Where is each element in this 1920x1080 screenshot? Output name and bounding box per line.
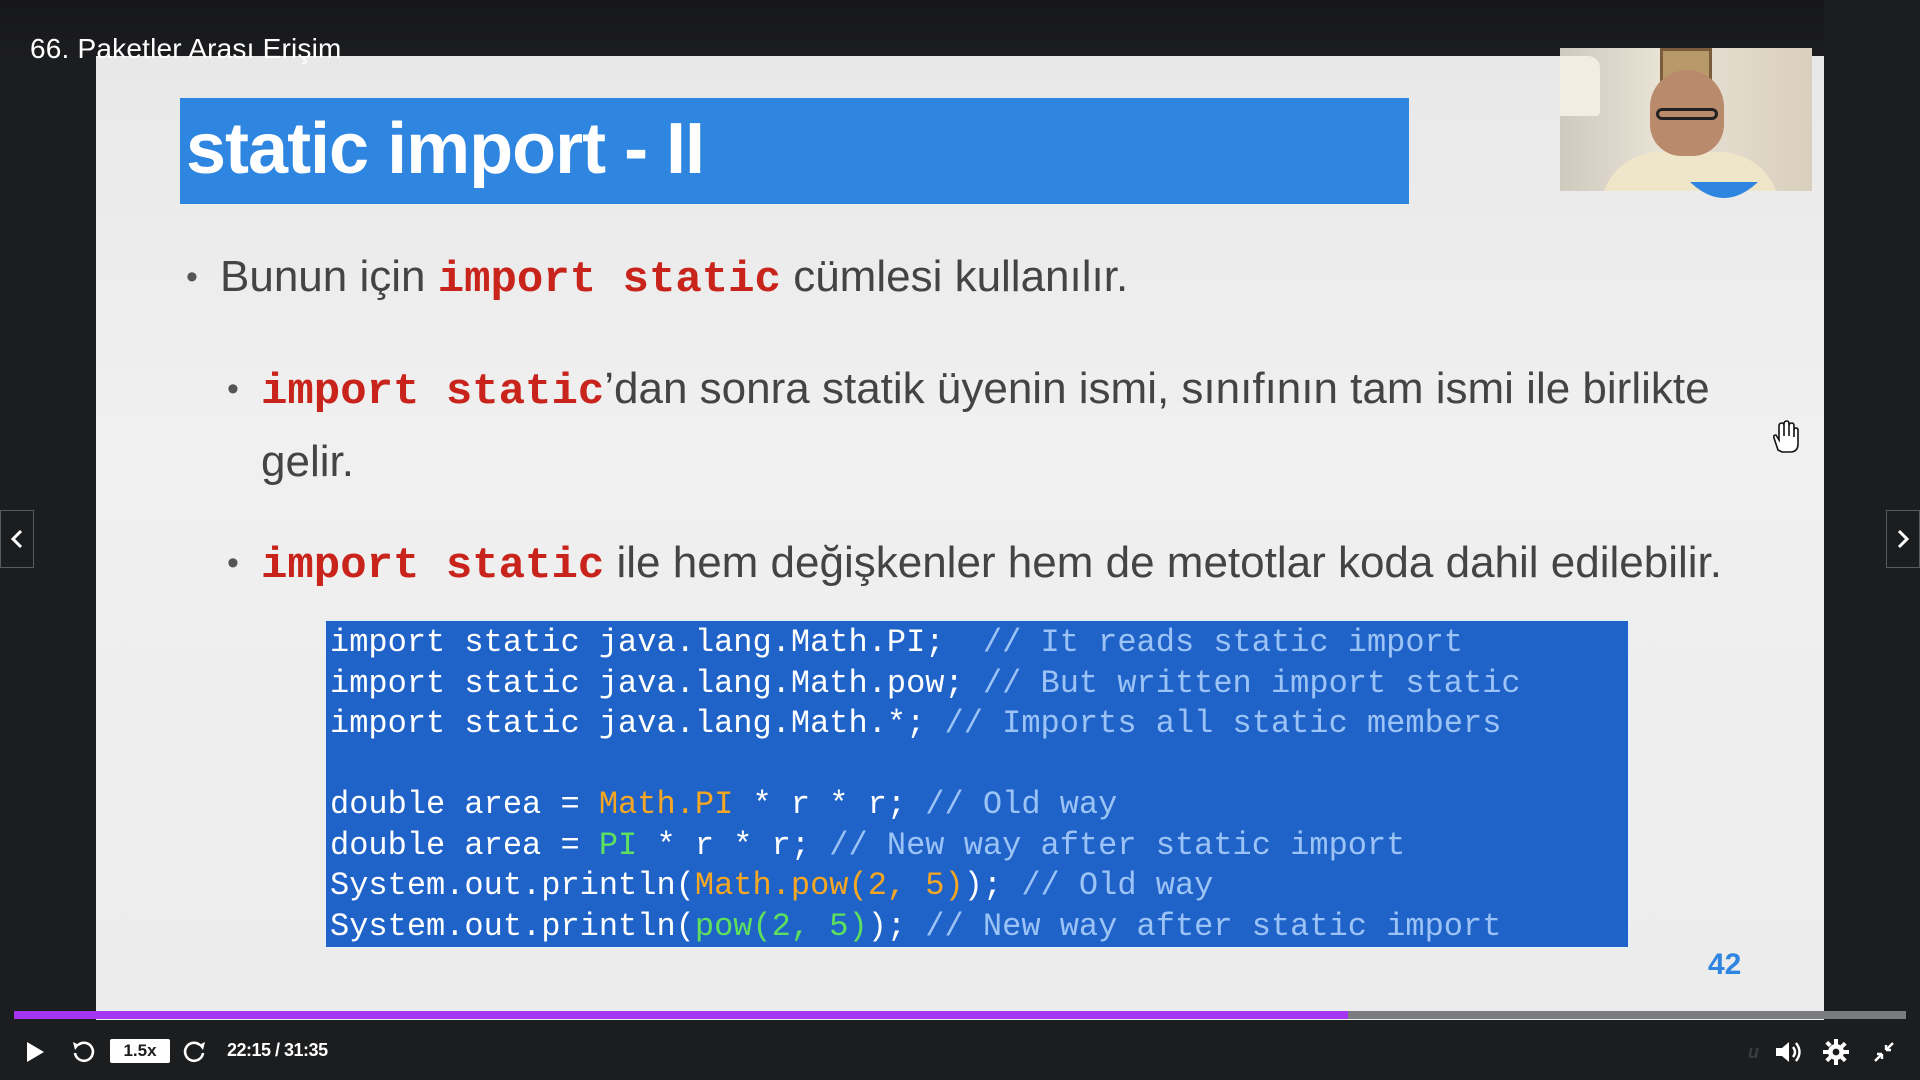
chevron-right-icon [1897,529,1910,549]
gear-icon [1823,1039,1849,1065]
code-line: import static java.lang.Math.pow; // But… [330,664,1521,702]
code-line: import static java.lang.Math.*; // Impor… [330,705,1502,742]
lecture-title: 66. Paketler Arası Erişim [30,33,342,64]
bullet-1: • Bunun için import static cümlesi kullan… [186,242,1129,315]
webcam-glasses [1656,108,1718,120]
chevron-left-icon [10,529,23,549]
play-icon [27,1042,44,1062]
bullet-dot: • [227,544,239,582]
play-button[interactable] [20,1036,50,1068]
code-line: import static java.lang.Math.PI; // It r… [330,624,1463,661]
playback-speed-button[interactable]: 1.5x [110,1039,170,1063]
bullet-3-keyword: import static [261,541,605,591]
slide-title-bar: static import - II [180,98,1409,204]
slide-page-number: 42 [1708,948,1742,981]
slide-title: static import - II [186,109,705,189]
slide-blue-arc [1690,182,1758,198]
forward-icon [183,1041,205,1063]
code-line: double area = PI * r * r; // New way aft… [330,826,1406,864]
bullet-3-text: ile hem değişkenler hem de metotlar koda… [604,538,1722,587]
rewind-button[interactable] [68,1036,98,1068]
code-line: double area = Math.PI * r * r; // Old wa… [330,786,1118,823]
bullet-2-keyword: import static [261,367,605,417]
slide: static import - II • Bunun için import st… [96,52,1824,1020]
bullet-2-text-cont: gelir. [261,437,354,486]
exit-fullscreen-icon [1874,1042,1894,1062]
bullet-3: • import static ile hem değişkenler hem d… [227,528,1861,601]
bullet-2-text: ’dan sonra statik üyenin ismi, sınıfının… [604,364,1710,413]
previous-lecture-button[interactable] [0,510,34,568]
volume-icon [1776,1042,1801,1062]
time-display: 22:15 / 31:35 [227,1040,328,1060]
rewind-icon [73,1041,95,1063]
code-line: System.out.println(Math.pow(2, 5)); // O… [330,867,1214,904]
code-line: System.out.println(pow(2, 5)); // New wa… [330,907,1502,945]
bullet-dot: • [186,258,198,296]
brand-watermark: u [1748,1042,1759,1062]
bullet-1-keyword: import static [437,255,781,305]
webcam-lamp [1560,56,1600,116]
progress-bar[interactable] [14,1011,1906,1019]
bullet-1-text-pre: Bunun için [220,252,438,301]
code-block: import static java.lang.Math.PI; // It r… [324,619,1630,949]
instructor-webcam [1560,48,1812,191]
hand-cursor-icon [1772,420,1799,453]
volume-button[interactable] [1772,1036,1804,1068]
settings-button[interactable] [1820,1036,1852,1068]
progress-bar-fill [14,1011,1348,1019]
forward-button[interactable] [180,1036,210,1068]
bullet-2: • import static’dan sonra statik üyenin i… [227,354,1861,497]
control-bar: 1.5x 22:15 / 31:35 u [0,1024,1920,1080]
video-player[interactable]: static import - II • Bunun için import st… [0,0,1920,1080]
bullet-dot: • [227,370,239,408]
exit-fullscreen-button[interactable] [1868,1036,1900,1068]
next-lecture-button[interactable] [1886,510,1920,568]
bullet-1-text-post: cümlesi kullanılır. [780,252,1129,301]
